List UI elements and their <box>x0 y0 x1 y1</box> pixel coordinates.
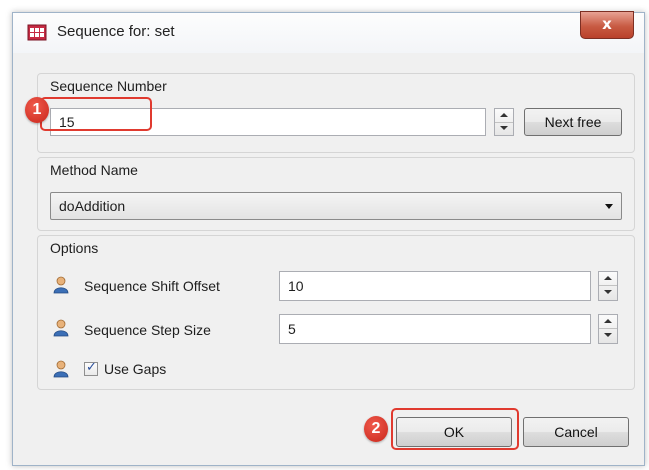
person-icon <box>53 360 69 378</box>
method-name-dropdown[interactable]: doAddition <box>50 192 622 220</box>
options-group: Options Sequence Shift Offset 10 Sequenc… <box>37 235 635 390</box>
spinner-down-button[interactable] <box>599 329 617 342</box>
step-size-input[interactable]: 5 <box>279 314 591 344</box>
annotation-marker-2: 2 <box>364 416 388 442</box>
arrow-up-icon <box>604 276 612 280</box>
arrow-down-icon <box>604 290 612 294</box>
close-button[interactable]: x <box>580 11 634 39</box>
options-label: Options <box>50 240 99 256</box>
shift-offset-input[interactable]: 10 <box>279 271 591 301</box>
spinner-up-button[interactable] <box>495 109 513 123</box>
person-icon <box>53 319 69 337</box>
cancel-button[interactable]: Cancel <box>523 417 629 447</box>
method-name-selected: doAddition <box>59 198 126 214</box>
step-size-label: Sequence Step Size <box>84 322 211 338</box>
next-free-button[interactable]: Next free <box>524 108 622 136</box>
window-title: Sequence for: set <box>57 23 175 40</box>
method-name-group: Method Name doAddition <box>37 157 635 231</box>
spinner-up-button[interactable] <box>599 315 617 329</box>
spinner-down-button[interactable] <box>599 286 617 299</box>
spinner-up-button[interactable] <box>599 272 617 286</box>
checkmark-icon: ✓ <box>86 360 97 375</box>
arrow-down-icon <box>604 333 612 337</box>
arrow-down-icon <box>500 126 508 130</box>
method-name-label: Method Name <box>50 162 138 178</box>
title-bar: Sequence for: set x <box>13 11 644 53</box>
step-size-spinner[interactable] <box>598 314 618 344</box>
highlight-sequence-number <box>40 97 152 131</box>
close-icon: x <box>602 15 612 33</box>
use-gaps-label: Use Gaps <box>104 361 167 377</box>
sequence-number-label: Sequence Number <box>50 78 167 94</box>
arrow-up-icon <box>604 319 612 323</box>
shift-offset-spinner[interactable] <box>598 271 618 301</box>
chevron-down-icon <box>605 204 613 209</box>
highlight-ok-button <box>391 408 519 450</box>
arrow-up-icon <box>500 113 508 117</box>
sequence-number-spinner[interactable] <box>494 108 514 136</box>
sequence-dialog: Sequence for: set x Sequence Number 1 5 N… <box>12 11 645 466</box>
shift-offset-label: Sequence Shift Offset <box>84 278 220 294</box>
annotation-marker-1: 1 <box>25 97 49 123</box>
spinner-down-button[interactable] <box>495 122 513 135</box>
app-icon <box>27 24 47 41</box>
use-gaps-checkbox[interactable]: ✓ <box>84 360 98 376</box>
person-icon <box>53 276 69 294</box>
